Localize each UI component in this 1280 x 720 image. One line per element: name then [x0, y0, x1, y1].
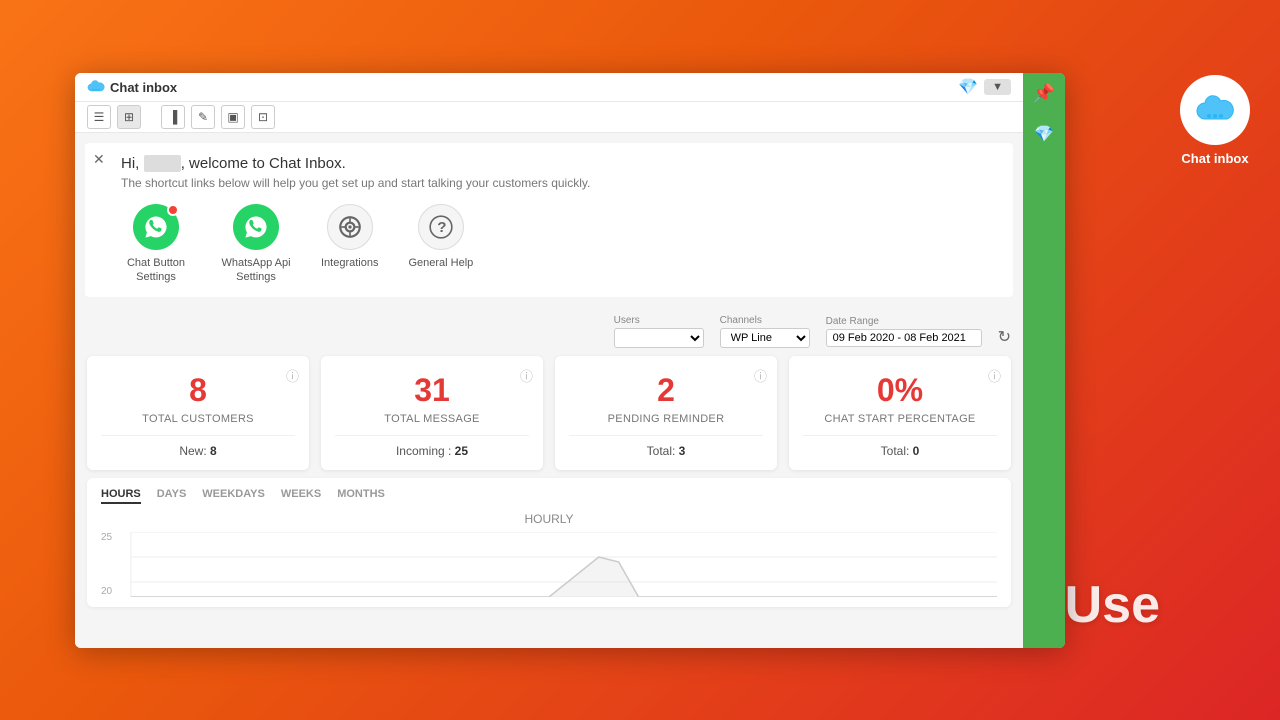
stat-card-chat-start: ⓘ 0% CHAT START PERCENTAGE Total: 0	[789, 356, 1011, 470]
chat-start-value: 0%	[803, 372, 997, 409]
top-right-button[interactable]: ▼	[984, 79, 1011, 95]
toolbar-icon-edit[interactable]: ✎	[191, 105, 215, 129]
chart-y-labels: 25 20	[101, 532, 118, 597]
chart-title: HOURLY	[101, 512, 997, 526]
welcome-greeting: Hi, , welcome to Chat Inbox.	[121, 155, 997, 172]
svg-text:?: ?	[437, 219, 446, 236]
tab-days[interactable]: DAYS	[157, 488, 187, 504]
toolbar-icon-chart[interactable]: ▐	[161, 105, 185, 129]
integrations-icon	[327, 204, 373, 250]
username-placeholder	[144, 155, 181, 172]
right-sidebar: 📌 💎	[1023, 73, 1065, 648]
users-label: Users	[614, 315, 704, 326]
date-range-input[interactable]	[826, 329, 982, 347]
tab-months[interactable]: MONTHS	[337, 488, 385, 504]
notification-dot	[167, 204, 179, 216]
total-message-name: TOTAL MESSAGE	[335, 413, 529, 425]
quick-link-integrations[interactable]: Integrations	[321, 204, 378, 285]
tab-weekdays[interactable]: WEEKDAYS	[202, 488, 265, 504]
chat-button-settings-label: Chat Button Settings	[121, 256, 191, 285]
pin-icon[interactable]: 📌	[1033, 83, 1055, 104]
toolbar-icon-grid[interactable]: ⊞	[117, 105, 141, 129]
welcome-subtext: The shortcut links below will help you g…	[121, 176, 997, 190]
pending-reminder-value: 2	[569, 372, 763, 409]
quick-link-chat-button[interactable]: Chat Button Settings	[121, 204, 191, 285]
total-customers-sub: New: 8	[101, 444, 295, 458]
welcome-text: Hi, , welcome to Chat Inbox. The shortcu…	[101, 155, 997, 190]
tab-weeks[interactable]: WEEKS	[281, 488, 321, 504]
content-area: ✕ Hi, , welcome to Chat Inbox. The short…	[75, 133, 1023, 648]
channels-select[interactable]: WP Line	[720, 328, 810, 348]
stat-card-total-message: ⓘ 31 TOTAL MESSAGE Incoming : 25	[321, 356, 543, 470]
date-range-filter: Date Range	[826, 316, 982, 347]
chart-area: 25 20	[101, 532, 997, 597]
app-window: Chat inbox 💎 ▼ ☰ ⊞ ▐ ✎ ▣ ⊡ ✕	[75, 73, 1065, 648]
date-range-label: Date Range	[826, 316, 982, 327]
toolbar-icon-image[interactable]: ▣	[221, 105, 245, 129]
stat-info-icon-message[interactable]: ⓘ	[520, 366, 533, 385]
total-message-sub: Incoming : 25	[335, 444, 529, 458]
pending-reminder-name: PENDING REMINDER	[569, 413, 763, 425]
chat-start-name: CHAT START PERCENTAGE	[803, 413, 997, 425]
close-banner-button[interactable]: ✕	[93, 151, 105, 168]
app-title: Chat inbox	[110, 80, 177, 95]
app-logo: Chat inbox	[87, 78, 177, 96]
top-bar-left: Chat inbox	[87, 78, 177, 96]
welcome-banner: ✕ Hi, , welcome to Chat Inbox. The short…	[85, 143, 1013, 297]
quick-link-whatsapp-api[interactable]: WhatsApp Api Settings	[221, 204, 291, 285]
quick-link-general-help[interactable]: ? General Help	[408, 204, 473, 285]
whatsapp-icon	[133, 204, 179, 250]
y-label-25: 25	[101, 532, 112, 543]
chat-start-sub: Total: 0	[803, 444, 997, 458]
total-customers-value: 8	[101, 372, 295, 409]
tab-hours[interactable]: HOURS	[101, 488, 141, 504]
stat-info-icon-reminder[interactable]: ⓘ	[754, 366, 767, 385]
whatsapp-api-settings-label: WhatsApp Api Settings	[221, 256, 291, 285]
right-sidebar-diamond-icon: 💎	[1034, 124, 1054, 144]
stats-filters: Users Channels WP Line Date Range ↻	[75, 307, 1023, 352]
stat-card-total-customers: ⓘ 8 TOTAL CUSTOMERS New: 8	[87, 356, 309, 470]
stat-info-icon-chat-start[interactable]: ⓘ	[988, 366, 1001, 385]
y-label-20: 20	[101, 586, 112, 597]
chart-tabs: HOURS DAYS WEEKDAYS WEEKS MONTHS	[101, 488, 997, 504]
main-content: Chat inbox 💎 ▼ ☰ ⊞ ▐ ✎ ▣ ⊡ ✕	[75, 73, 1023, 648]
diamond-icon: 💎	[958, 77, 978, 97]
users-filter: Users	[614, 315, 704, 348]
sidebar-icon-container: Chat inbox	[1180, 75, 1250, 168]
toolbar-icon-inbox[interactable]: ☰	[87, 105, 111, 129]
quick-links: Chat Button Settings WhatsApp Api Settin…	[101, 204, 997, 285]
toolbar-row: ☰ ⊞ ▐ ✎ ▣ ⊡	[75, 102, 1023, 133]
top-bar: Chat inbox 💎 ▼	[75, 73, 1023, 102]
stat-card-pending-reminder: ⓘ 2 PENDING REMINDER Total: 3	[555, 356, 777, 470]
sidebar-app-label: Chat inbox	[1181, 151, 1248, 168]
chart-section: HOURS DAYS WEEKDAYS WEEKS MONTHS HOURLY …	[87, 478, 1011, 607]
total-message-value: 31	[335, 372, 529, 409]
general-help-label: General Help	[408, 256, 473, 270]
channels-filter: Channels WP Line	[720, 315, 810, 348]
refresh-button[interactable]: ↻	[998, 327, 1011, 347]
toolbar-icon-layout[interactable]: ⊡	[251, 105, 275, 129]
pending-reminder-sub: Total: 3	[569, 444, 763, 458]
whatsapp-api-icon	[233, 204, 279, 250]
stat-info-icon-customers[interactable]: ⓘ	[286, 366, 299, 385]
integrations-label: Integrations	[321, 256, 378, 270]
sidebar-cloud-icon	[1180, 75, 1250, 145]
chart-svg	[101, 532, 997, 597]
help-icon: ?	[418, 204, 464, 250]
total-customers-name: TOTAL CUSTOMERS	[101, 413, 295, 425]
channels-label: Channels	[720, 315, 810, 326]
users-select[interactable]	[614, 328, 704, 348]
top-bar-right: 💎 ▼	[958, 77, 1011, 97]
stats-cards: ⓘ 8 TOTAL CUSTOMERS New: 8 ⓘ 31 TOTAL ME…	[75, 352, 1023, 478]
